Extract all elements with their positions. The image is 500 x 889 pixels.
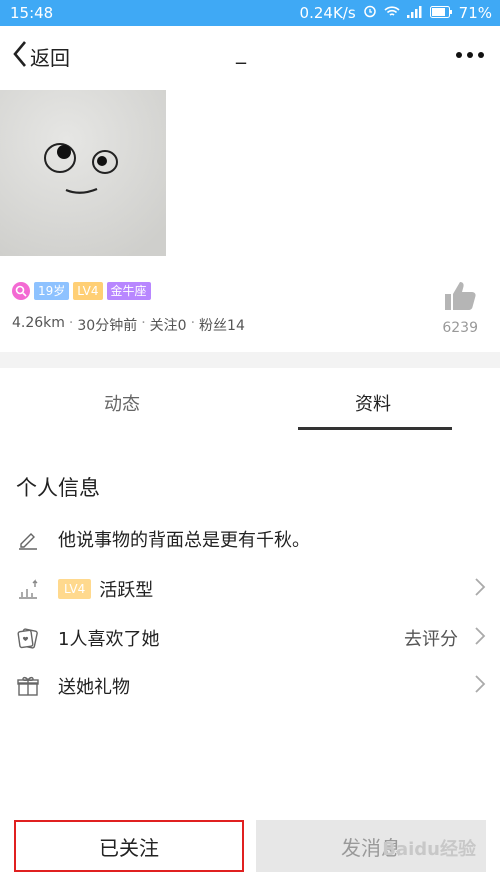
- profile-meta: 4.26km · 30分钟前 · 关注0 · 粉丝14: [12, 315, 245, 335]
- status-time: 15:48: [10, 4, 54, 22]
- like-count: 6239: [442, 320, 478, 336]
- pencil-icon: [16, 527, 40, 551]
- send-gift-text: 送她礼物: [58, 677, 130, 698]
- activity-icon: [16, 577, 40, 601]
- profile-photo[interactable]: [0, 90, 166, 256]
- gift-icon: [16, 674, 40, 698]
- dot-icon: [478, 52, 484, 58]
- dot-icon: [467, 52, 473, 58]
- level-badge: LV4: [73, 282, 103, 300]
- status-bar: 15:48 0.24K/s 71%: [0, 0, 500, 26]
- back-label: 返回: [30, 46, 70, 70]
- battery-icon: [429, 4, 452, 22]
- following-count[interactable]: 关注0: [150, 315, 187, 335]
- separator: ·: [68, 315, 74, 331]
- section-divider: [0, 352, 500, 368]
- wifi-icon: [384, 4, 400, 22]
- separator: ·: [141, 315, 146, 331]
- chevron-right-icon: [474, 674, 486, 698]
- watermark-logo: Baidu经验: [382, 839, 476, 860]
- info-row-signature: 他说事物的背面总是更有千秋。: [0, 517, 500, 561]
- profile-tags: 19岁 LV4 金牛座: [12, 282, 151, 300]
- nav-bar: 返回 _: [0, 26, 500, 86]
- more-menu-button[interactable]: [456, 52, 484, 58]
- battery-level: 71%: [458, 4, 492, 22]
- info-row-gift[interactable]: 送她礼物: [0, 664, 500, 708]
- activity-level-badge: LV4: [58, 579, 92, 599]
- alarm-icon: [363, 4, 377, 22]
- age-badge: 19岁: [34, 282, 70, 300]
- liked-by-text: 1人喜欢了她: [58, 629, 160, 650]
- distance: 4.26km: [12, 315, 65, 331]
- rate-link[interactable]: 去评分: [404, 625, 458, 651]
- back-button[interactable]: 返回: [12, 40, 70, 73]
- thumbs-up-icon: [443, 282, 477, 316]
- info-row-activity[interactable]: LV4 活跃型: [0, 567, 500, 611]
- page-title: _: [236, 40, 246, 64]
- network-speed: 0.24K/s: [299, 4, 356, 22]
- tab-info[interactable]: 资料: [355, 390, 391, 416]
- chevron-left-icon: [12, 40, 28, 73]
- separator: ·: [190, 315, 196, 331]
- tab-active-indicator: [298, 427, 452, 430]
- last-active: 30分钟前: [77, 318, 138, 334]
- chevron-right-icon: [474, 626, 486, 650]
- chevron-right-icon: [474, 577, 486, 601]
- like-card-icon: [16, 626, 40, 650]
- signature-text: 他说事物的背面总是更有千秋。: [58, 530, 310, 551]
- activity-type: 活跃型: [99, 580, 154, 601]
- dot-icon: [456, 52, 462, 58]
- gender-female-icon: [12, 282, 30, 300]
- smiley-drawing: [0, 90, 166, 256]
- like-button[interactable]: [440, 280, 480, 316]
- profile-tabs: 动态 资料: [0, 368, 500, 432]
- fans-count[interactable]: 粉丝14: [199, 315, 245, 335]
- info-section-title: 个人信息: [16, 476, 100, 500]
- info-row-likes[interactable]: 1人喜欢了她 去评分: [0, 616, 500, 660]
- signal-icon: [406, 4, 423, 22]
- tab-posts[interactable]: 动态: [104, 390, 140, 416]
- follow-button[interactable]: 已关注: [14, 820, 244, 872]
- zodiac-badge: 金牛座: [106, 282, 151, 300]
